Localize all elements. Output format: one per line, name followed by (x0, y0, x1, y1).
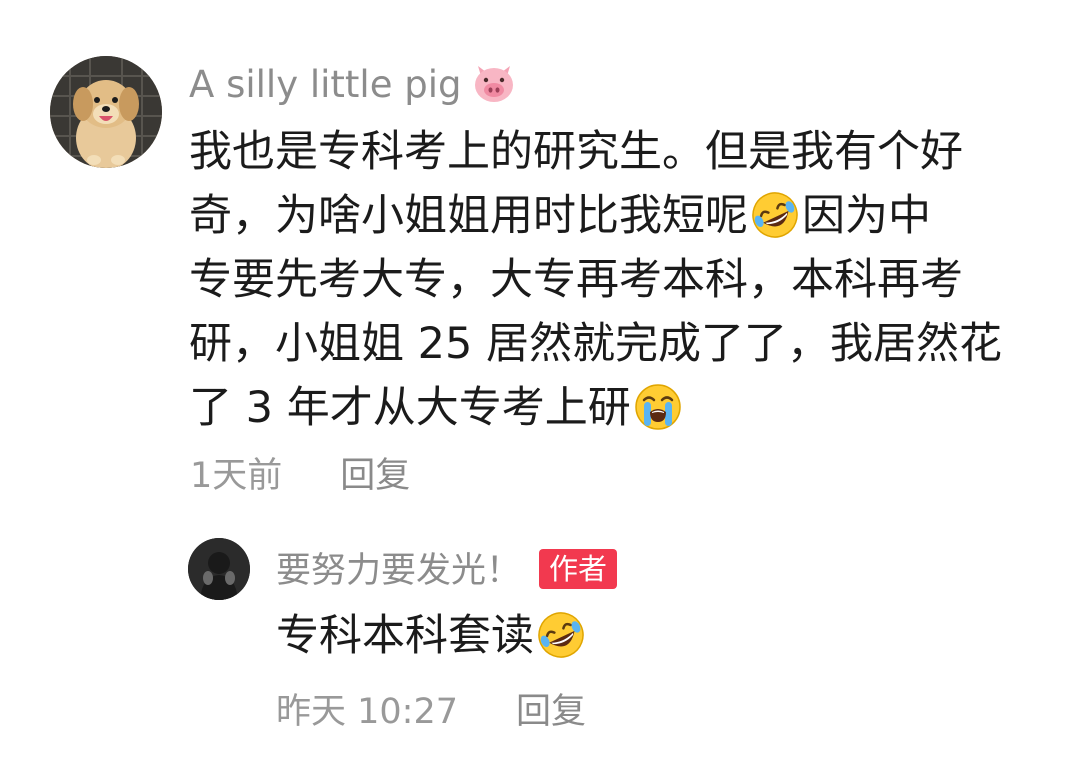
reply-button[interactable]: 回复 (516, 692, 586, 732)
comment-line: 专要先考大专，大专再考本科，本科再考 (189, 255, 963, 305)
reply-body: 专科本科套读 (276, 604, 588, 668)
loudly-crying-icon (633, 382, 683, 432)
avatar[interactable] (50, 56, 162, 168)
comment-username[interactable]: A silly little pig (189, 60, 517, 110)
reply-text: 专科本科套读 (276, 611, 534, 661)
comment-line: 我也是专科考上的研究生。但是我有个好 (189, 127, 963, 177)
reply-username[interactable]: 要努力要发光！ 作者 (276, 548, 618, 594)
comment-body: 我也是专科考上的研究生。但是我有个好 奇，为啥小姐姐用时比我短呢 因为中 专要先… (189, 120, 1069, 440)
rolling-on-floor-laughing-icon (750, 190, 800, 240)
rolling-on-floor-laughing-icon (536, 610, 586, 660)
reply-timestamp: 昨天 10:27 (276, 692, 458, 732)
comment-line: 了 3 年才从大专考上研 (189, 376, 1069, 440)
username-text[interactable]: A silly little pig (189, 63, 461, 106)
reply-username-text[interactable]: 要努力要发光！ (276, 551, 521, 591)
reply-meta: 昨天 10:27 回复 (276, 690, 586, 734)
reply-avatar[interactable] (188, 538, 250, 600)
person-avatar-icon (188, 538, 250, 600)
comment-line-part: 奇，为啥小姐姐用时比我短呢 (189, 191, 748, 241)
comment-line-part: 了 3 年才从大专考上研 (189, 383, 631, 433)
reply-button[interactable]: 回复 (340, 456, 410, 496)
comment-line: 奇，为啥小姐姐用时比我短呢 因为中 (189, 184, 1069, 248)
author-badge: 作者 (539, 549, 618, 589)
puppy-avatar-icon (50, 56, 162, 168)
comment-line: 研，小姐姐 25 居然就完成了了，我居然花 (189, 319, 1003, 369)
comment-line-part: 因为中 (802, 191, 931, 241)
comment-meta: 1天前 回复 (190, 454, 410, 498)
pig-face-icon (471, 60, 517, 106)
comment-timestamp: 1天前 (190, 456, 283, 496)
